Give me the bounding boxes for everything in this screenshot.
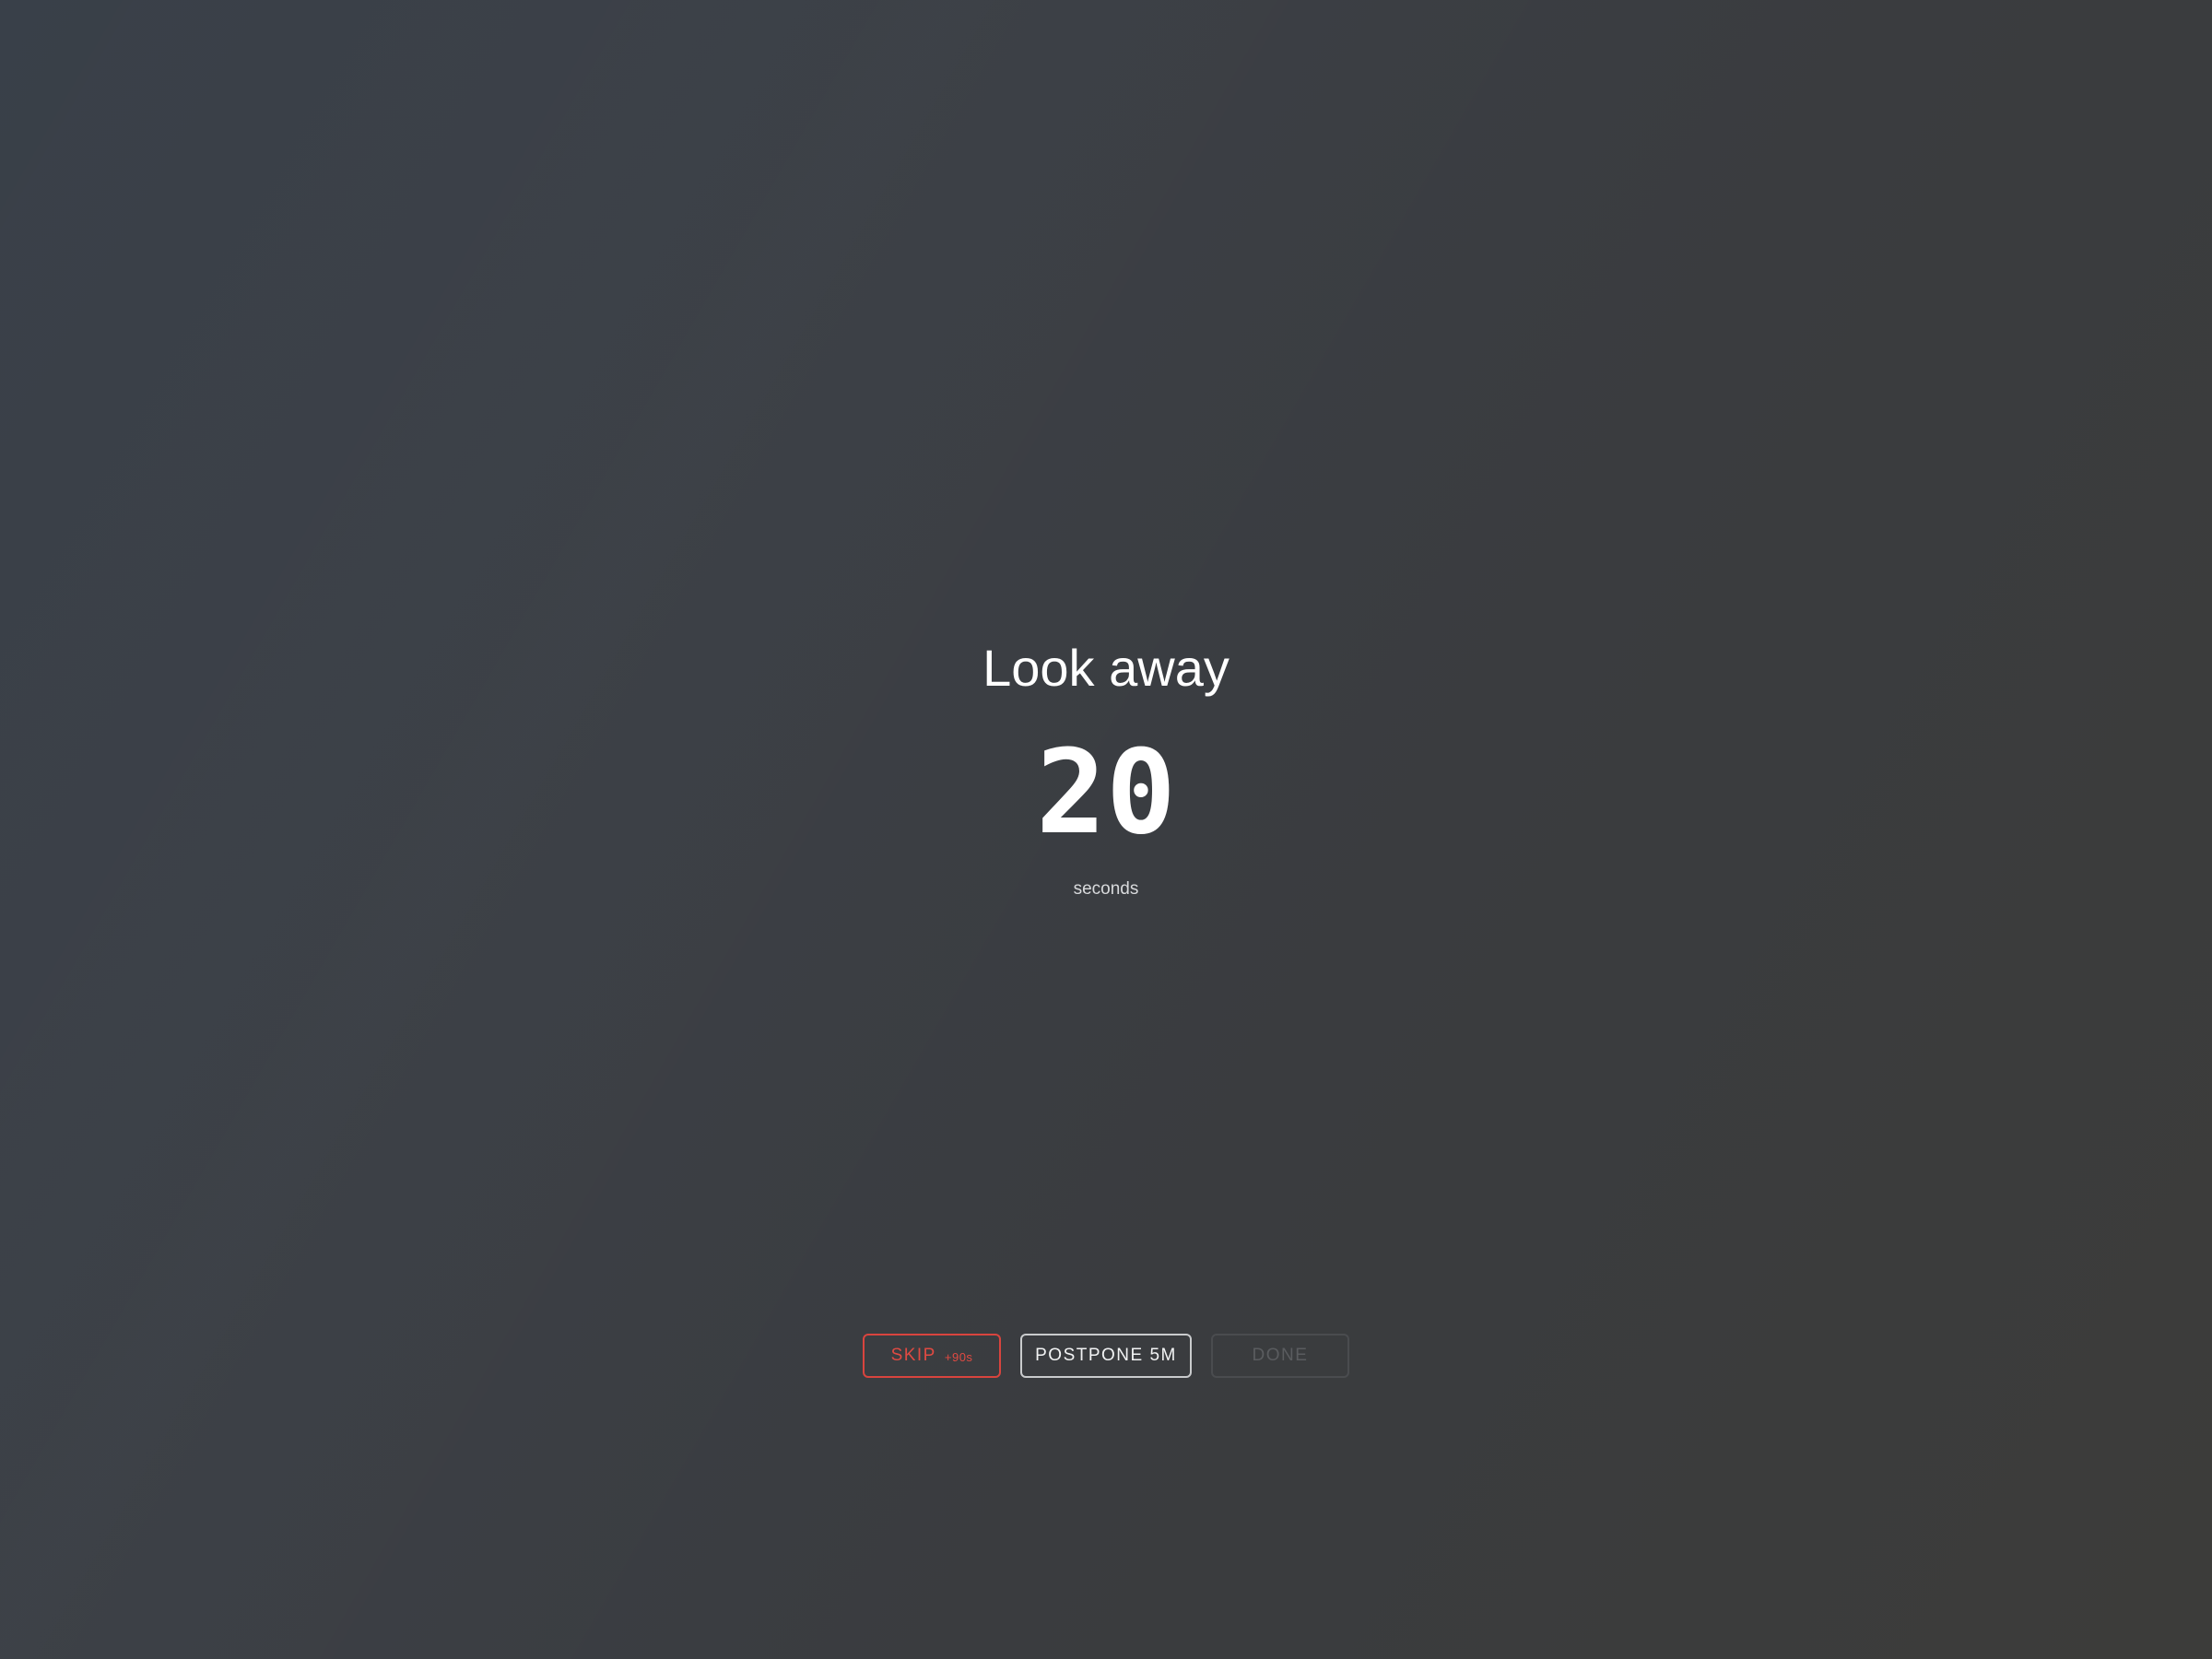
countdown-unit: seconds [1073,879,1139,899]
done-label: DONE [1252,1346,1309,1365]
skip-button[interactable]: SKIP +90s [863,1334,1001,1378]
skip-penalty: +90s [944,1350,973,1364]
postpone-button[interactable]: POSTPONE 5M [1020,1334,1192,1378]
countdown-value: 20 [1036,724,1176,860]
skip-label: SKIP [890,1346,936,1365]
break-panel: Look away 20 seconds [0,627,2212,903]
postpone-label: POSTPONE 5M [1035,1346,1177,1365]
done-button[interactable]: DONE [1211,1334,1349,1378]
action-bar: SKIP +90s POSTPONE 5M DONE [0,1334,2212,1378]
break-title: Look away [982,639,1230,697]
